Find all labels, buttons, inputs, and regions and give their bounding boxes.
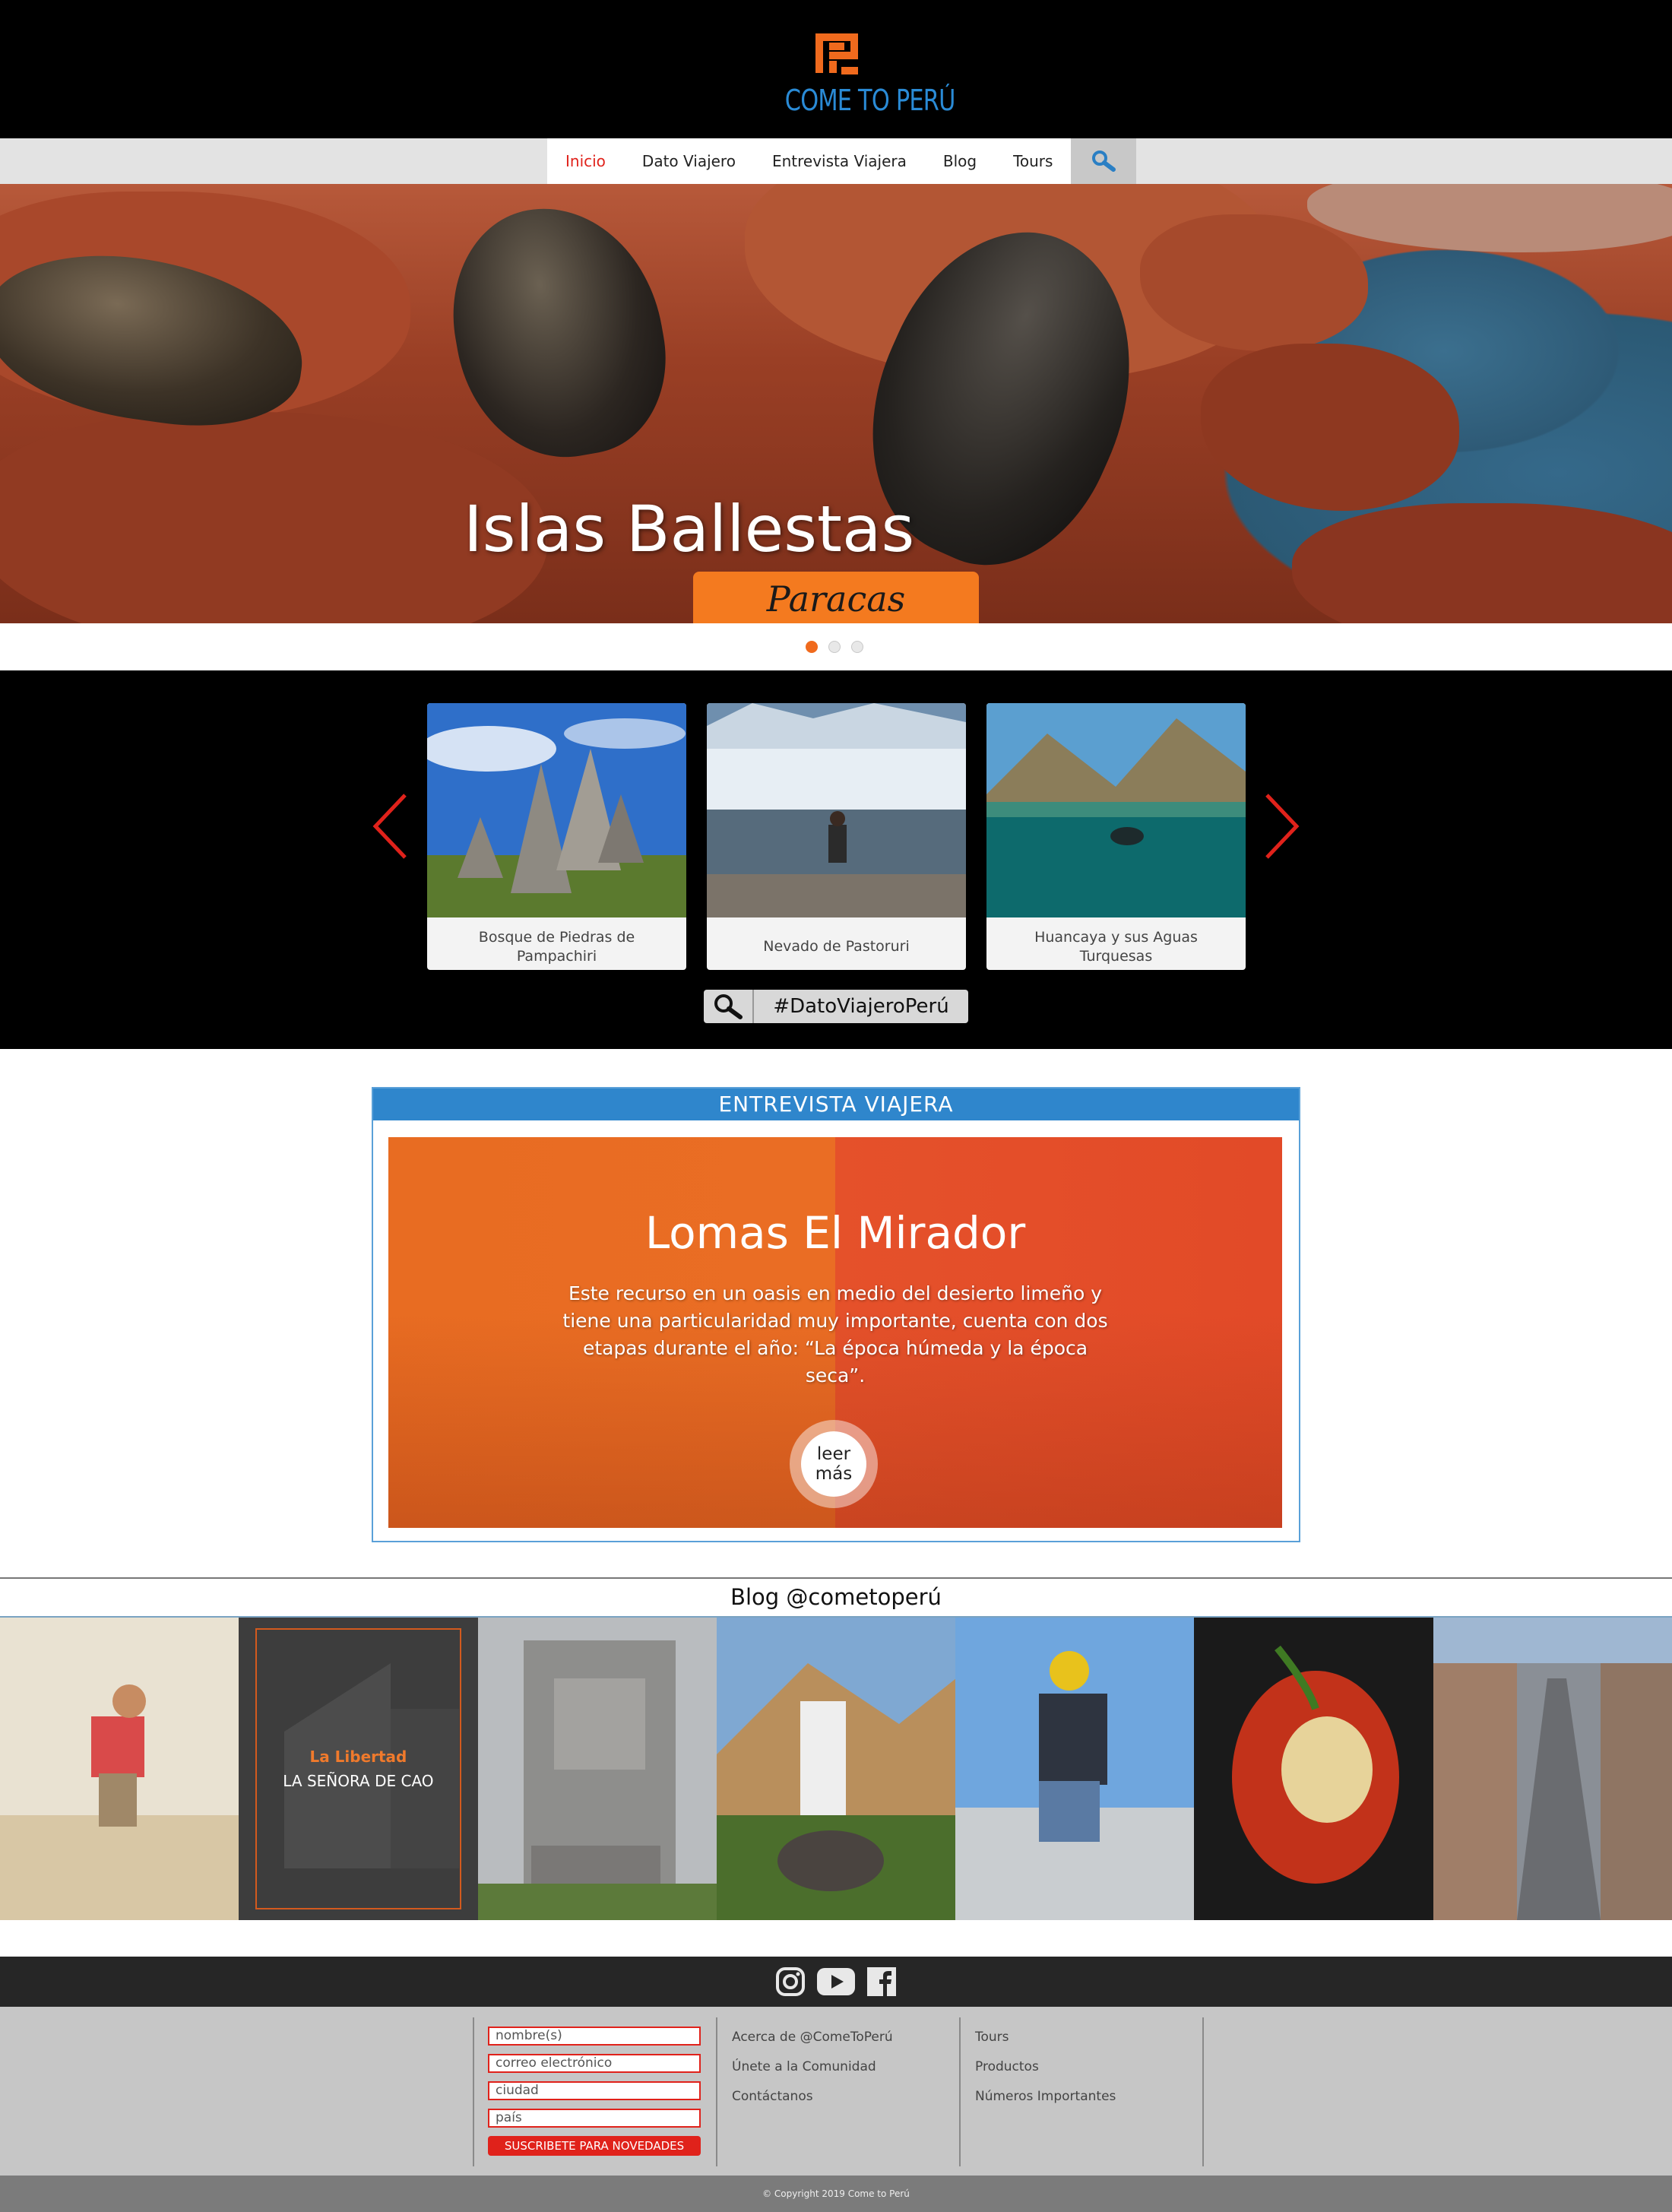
blog-image [1433,1618,1672,1920]
hero-subtitle: Paracas [693,572,979,623]
blog-tile[interactable] [716,1618,956,1920]
featured-frame: La Libertad LA SEÑORA DE CAO [255,1628,461,1909]
blog-image [716,1618,956,1920]
search-icon [714,994,743,1019]
featured-name: LA SEÑORA DE CAO [283,1772,434,1790]
card-image [707,703,966,917]
leer-mas-line2: más [815,1464,853,1484]
card-label: Nevado de Pastoruri [763,938,910,955]
hero-seal [435,191,682,474]
nav-item-blog[interactable]: Blog [925,138,995,184]
slider-dots [806,641,863,653]
nav-bar: Inicio Dato Viajero Entrevista Viajera B… [0,138,1672,184]
hero-slider[interactable]: Islas Ballestas Paracas [0,184,1672,623]
facebook-icon[interactable] [866,1966,897,1997]
subscribe-button[interactable]: SUSCRIBETE PARA NOVEDADES [488,2136,701,2156]
hero-title: Islas Ballestas [464,492,915,566]
blog-tile[interactable] [477,1618,717,1920]
leer-mas-label: leer más [801,1431,866,1497]
blog-tile[interactable] [1194,1618,1433,1920]
youtube-icon[interactable] [816,1966,856,1997]
dato-viajero-section: Bosque de Piedras de Pampachiri Nevado d… [0,670,1672,1049]
country-field[interactable]: país [488,2109,701,2128]
leer-mas-line1: leer [816,1444,851,1464]
footer: nombre(s) correo electrónico ciudad país… [0,2007,1672,2176]
footer-divider [473,2017,474,2166]
blog-title: Blog @cometoperú [730,1584,942,1610]
featured-region: La Libertad [309,1748,407,1766]
footer-links-col2: Tours Productos Números Importantes [975,2030,1116,2119]
hero-rock [1307,184,1672,252]
dato-card[interactable]: Nevado de Pastoruri [707,703,966,970]
card-image [427,703,686,917]
footer-divider [716,2017,717,2166]
hashtag-search-icon-wrap [704,990,754,1023]
logo-mark-icon [815,33,858,74]
blog-strip: La Libertad LA SEÑORA DE CAO [0,1616,1672,1920]
card-label: Bosque de Piedras de Pampachiri [478,928,635,965]
footer-link-contacto[interactable]: Contáctanos [732,2089,893,2104]
blog-tile[interactable] [0,1618,239,1920]
card-label: Huancaya y sus Aguas Turquesas [1034,928,1198,965]
dato-cards: Bosque de Piedras de Pampachiri Nevado d… [427,703,1246,970]
name-field[interactable]: nombre(s) [488,2027,701,2046]
main-nav: Inicio Dato Viajero Entrevista Viajera B… [547,138,1137,184]
footer-divider [1202,2017,1204,2166]
footer-links-col1: Acerca de @ComeToPerú Únete a la Comunid… [732,2030,893,2119]
logo-text: COME TO PERÚ [784,84,956,117]
blog-image [0,1618,239,1920]
entrevista-text: Este recurso en un oasis en medio del de… [562,1282,1108,1386]
footer-divider [959,2017,961,2166]
copyright: © Copyright 2019 Come to Perú [0,2176,1672,2212]
hashtag-text: #DatoViajeroPerú [773,995,949,1018]
email-field[interactable]: correo electrónico [488,2054,701,2073]
search-icon [1092,151,1116,172]
slider-dot[interactable] [851,641,863,653]
nav-search-button[interactable] [1071,138,1137,184]
dato-card[interactable]: Bosque de Piedras de Pampachiri [427,703,686,970]
entrevista-feature[interactable]: Lomas El Mirador Este recurso en un oasi… [388,1137,1282,1528]
entrevista-title: Lomas El Mirador [644,1207,1026,1259]
footer-link-tours[interactable]: Tours [975,2030,1116,2045]
blog-tile[interactable] [955,1618,1195,1920]
nav-item-inicio[interactable]: Inicio [547,138,624,184]
newsletter-form: nombre(s) correo electrónico ciudad país… [488,2027,701,2156]
logo[interactable]: COME TO PERÚ [772,33,956,125]
blog-image [477,1618,717,1920]
city-field[interactable]: ciudad [488,2081,701,2100]
blog-image [1194,1618,1433,1920]
nav-item-entrevista-viajera[interactable]: Entrevista Viajera [754,138,925,184]
slider-dot[interactable] [828,641,841,653]
dato-card[interactable]: Huancaya y sus Aguas Turquesas [986,703,1246,970]
footer-link-productos[interactable]: Productos [975,2059,1116,2074]
slider-dot[interactable] [806,641,818,653]
leer-mas-button[interactable]: leer más [790,1420,878,1508]
hero-rock [1201,344,1459,511]
hashtag-search[interactable]: #DatoViajeroPerú [704,990,968,1023]
blog-divider [0,1577,1672,1579]
chevron-right-icon[interactable] [1263,792,1301,860]
nav-item-tours[interactable]: Tours [995,138,1071,184]
blog-tile[interactable] [1433,1618,1672,1920]
entrevista-heading: ENTREVISTA VIAJERA [373,1089,1299,1120]
nav-item-dato-viajero[interactable]: Dato Viajero [624,138,754,184]
blog-tile-featured[interactable]: La Libertad LA SEÑORA DE CAO [239,1618,478,1920]
chevron-left-icon[interactable] [371,792,409,860]
footer-link-numeros[interactable]: Números Importantes [975,2089,1116,2104]
top-header: COME TO PERÚ [0,0,1672,138]
footer-link-comunidad[interactable]: Únete a la Comunidad [732,2059,893,2074]
social-bar [0,1957,1672,2007]
hero-rock [1292,503,1672,623]
blog-image [955,1618,1195,1920]
card-image [986,703,1246,917]
instagram-icon[interactable] [775,1966,806,1997]
footer-link-acerca[interactable]: Acerca de @ComeToPerú [732,2030,893,2045]
entrevista-section: ENTREVISTA VIAJERA Lomas El Mirador Este… [372,1087,1300,1542]
